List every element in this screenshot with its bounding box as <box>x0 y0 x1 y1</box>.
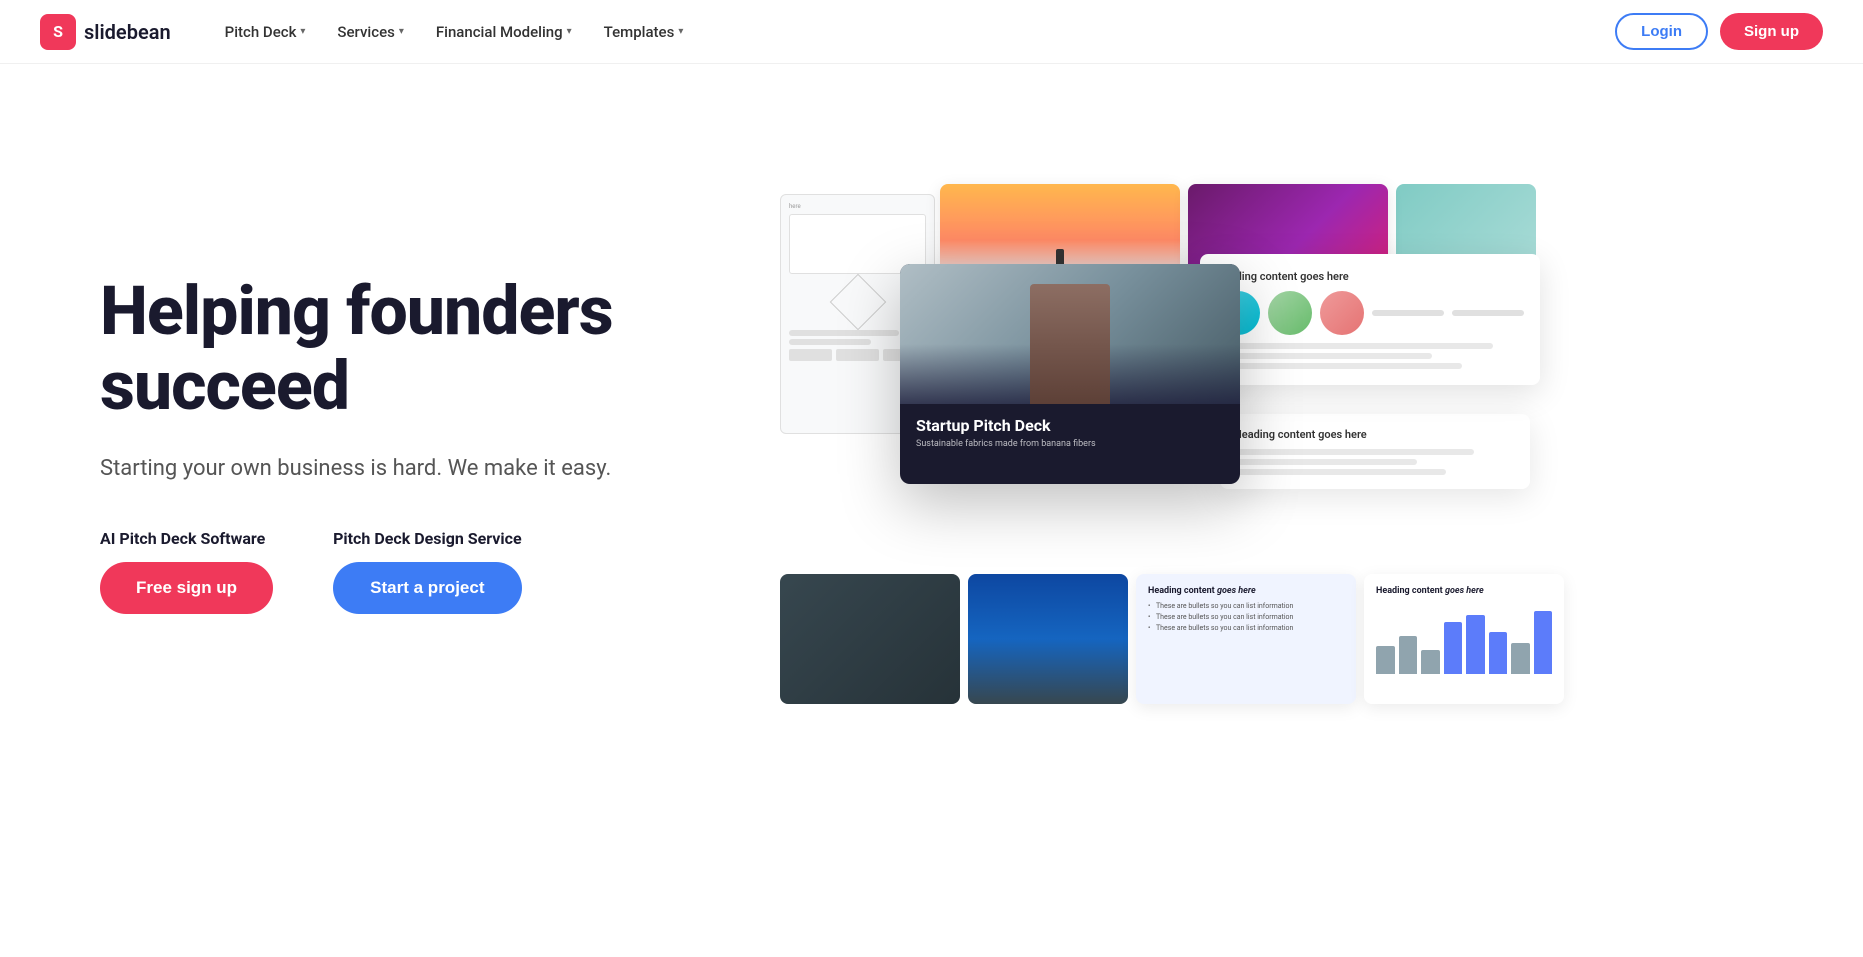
chart-bar-7 <box>1511 643 1530 675</box>
hero-cta-group: AI Pitch Deck Software Free sign up Pitc… <box>100 529 720 614</box>
chart-bar-6 <box>1489 632 1508 674</box>
nav-link-pitch-deck[interactable]: Pitch Deck ▾ <box>211 15 320 49</box>
nav-link-financial-modeling[interactable]: Financial Modeling ▾ <box>422 15 586 49</box>
slide-bullets-heading: Heading content goes here <box>1148 586 1344 596</box>
heading-card-2-label: Heading content goes here <box>1234 428 1516 441</box>
hero-section: Helping founders succeed Starting your o… <box>0 64 1863 824</box>
slide-heading-card-2: Heading content goes here <box>1220 414 1530 489</box>
nav-link-services[interactable]: Services ▾ <box>323 15 417 49</box>
slides-mosaic: here <box>780 184 1823 704</box>
slide-bottom-left <box>780 574 960 704</box>
free-signup-button[interactable]: Free sign up <box>100 562 273 614</box>
hero-subtitle: Starting your own business is hard. We m… <box>100 452 720 485</box>
slide-circle-3 <box>1320 291 1364 335</box>
chevron-down-icon: ▾ <box>567 26 572 37</box>
cta-software-label: AI Pitch Deck Software <box>100 529 273 548</box>
slide-bottom-plant <box>968 574 1128 704</box>
cta-service-label: Pitch Deck Design Service <box>333 529 522 548</box>
cta-service: Pitch Deck Design Service Start a projec… <box>333 529 522 614</box>
nav-links: Pitch Deck ▾ Services ▾ Financial Modeli… <box>211 15 1616 49</box>
nav-link-templates[interactable]: Templates ▾ <box>590 15 698 49</box>
hero-content: Helping founders succeed Starting your o… <box>100 274 720 614</box>
slide-heading-card: Heading content goes here <box>1200 254 1540 385</box>
chevron-down-icon: ▾ <box>300 26 305 37</box>
logo-link[interactable]: S slidebean <box>40 14 171 50</box>
chart-bar-1 <box>1376 646 1395 674</box>
chart-bars <box>1376 604 1552 674</box>
chevron-down-icon: ▾ <box>678 26 683 37</box>
chart-bar-4 <box>1444 622 1463 675</box>
cta-software: AI Pitch Deck Software Free sign up <box>100 529 273 614</box>
logo-icon: S <box>40 14 76 50</box>
chart-bar-8 <box>1534 611 1553 674</box>
chevron-down-icon: ▾ <box>399 26 404 37</box>
navigation: S slidebean Pitch Deck ▾ Services ▾ Fina… <box>0 0 1863 64</box>
login-button[interactable]: Login <box>1615 13 1708 50</box>
chart-bar-3 <box>1421 650 1440 675</box>
slide-main-card: Startup Pitch Deck Sustainable fabrics m… <box>900 264 1240 484</box>
slide-main-subtitle: Sustainable fabrics made from banana fib… <box>916 439 1224 449</box>
slide-main-title: Startup Pitch Deck <box>916 416 1224 435</box>
signup-button[interactable]: Sign up <box>1720 13 1823 50</box>
chart-bar-5 <box>1466 615 1485 675</box>
heading-card-label: Heading content goes here <box>1216 270 1524 283</box>
logo-text: slidebean <box>84 20 171 44</box>
hero-image: here <box>780 184 1823 704</box>
slide-bullet-2: These are bullets so you can list inform… <box>1148 613 1344 621</box>
slide-bullet-3: These are bullets so you can list inform… <box>1148 624 1344 632</box>
hero-title: Helping founders succeed <box>100 274 720 424</box>
chart-heading: Heading content goes here <box>1376 586 1552 596</box>
start-project-button[interactable]: Start a project <box>333 562 522 614</box>
slide-bullet-1: These are bullets so you can list inform… <box>1148 602 1344 610</box>
nav-actions: Login Sign up <box>1615 13 1823 50</box>
chart-bar-2 <box>1399 636 1418 675</box>
slide-bottom-text: Heading content goes here These are bull… <box>1136 574 1356 704</box>
slide-bottom-chart: Heading content goes here <box>1364 574 1564 704</box>
slide-circle-2 <box>1268 291 1312 335</box>
